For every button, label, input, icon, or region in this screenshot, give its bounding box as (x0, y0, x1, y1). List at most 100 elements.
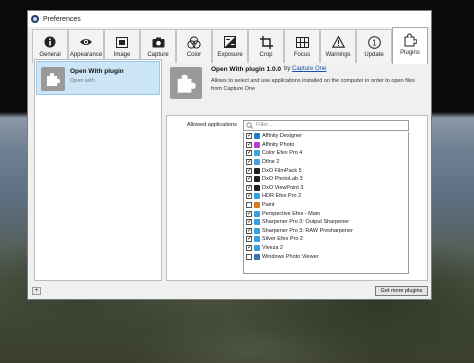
puzzle-icon (41, 67, 65, 91)
app-checkbox[interactable]: ✓ (246, 176, 252, 183)
puzzle-icon (170, 67, 202, 99)
exposure-icon (222, 34, 238, 50)
tab-image[interactable]: Image (104, 29, 140, 63)
app-name: DxO FilmPack 5 (262, 167, 302, 174)
application-row[interactable]: ✓ Sharpener Pro 3: RAW Presharpener (244, 227, 408, 236)
tab-label: Exposure (217, 52, 243, 58)
tab-general[interactable]: General (32, 29, 68, 63)
app-icon (254, 193, 260, 200)
app-icon (254, 219, 260, 226)
tab-label: Color (186, 52, 202, 58)
app-name: Affinity Designer (262, 133, 302, 140)
color-circles-icon (186, 34, 202, 50)
app-checkbox[interactable]: ✓ (246, 159, 252, 166)
app-name: DxO PhotoLab 3 (262, 176, 303, 183)
app-icon (254, 133, 260, 140)
app-name: Paint (262, 202, 275, 209)
app-checkbox[interactable]: ✓ (246, 141, 252, 148)
app-checkbox[interactable]: ✓ (246, 133, 252, 140)
app-checkbox[interactable]: ✓ (246, 150, 252, 157)
app-name: Color Efex Pro 4 (262, 150, 303, 157)
title-bar: Preferences (28, 11, 431, 27)
app-checkbox[interactable]: ✓ (246, 210, 252, 217)
plugin-list: Open With plugin Open with (34, 59, 162, 281)
plugin-settings-box: Allowed applications Filter... ✓ Affinity… (166, 115, 428, 281)
plugin-detail-title: Open With plugin 1.0.0 (211, 66, 281, 73)
app-icon (254, 227, 260, 234)
tab-update[interactable]: 1 Update (356, 29, 392, 63)
preferences-window: Preferences General Appearance Image Cap… (27, 10, 432, 300)
app-checkbox[interactable] (246, 253, 252, 260)
tab-label: General (39, 52, 61, 58)
tab-focus[interactable]: Focus (284, 29, 320, 63)
tab-label: Plugins (400, 50, 420, 56)
image-icon (114, 34, 130, 50)
application-row[interactable]: Paint (244, 201, 408, 210)
app-icon (254, 236, 260, 243)
get-more-plugins-button[interactable]: Get more plugins (375, 286, 428, 296)
app-name: DxO ViewPoint 3 (262, 184, 304, 191)
app-icon (254, 150, 260, 157)
update-icon: 1 (366, 34, 382, 50)
app-icon (254, 176, 260, 183)
application-row[interactable]: ✓ Dfine 2 (244, 158, 408, 167)
tab-color[interactable]: Color (176, 29, 212, 63)
app-name: Silver Efex Pro 2 (262, 236, 303, 243)
info-icon (42, 34, 58, 50)
application-row[interactable]: ✓ Viveza 2 (244, 244, 408, 253)
application-row[interactable]: ✓ DxO ViewPoint 3 (244, 184, 408, 193)
tab-appearance[interactable]: Appearance (68, 29, 104, 63)
filter-input[interactable]: Filter... (243, 120, 409, 131)
app-name: Sharpener Pro 3: Output Sharpener (262, 219, 350, 226)
plugin-list-item[interactable]: Open With plugin Open with (36, 61, 160, 95)
application-row[interactable]: ✓ Silver Efex Pro 2 (244, 235, 408, 244)
application-row[interactable]: ✓ HDR Efex Pro 2 (244, 192, 408, 201)
app-checkbox[interactable] (246, 202, 252, 209)
app-icon (254, 202, 260, 209)
app-name: Viveza 2 (262, 245, 283, 252)
app-checkbox[interactable]: ✓ (246, 184, 252, 191)
app-icon (254, 245, 260, 252)
puzzle-icon (402, 32, 418, 48)
app-checkbox[interactable]: ✓ (246, 227, 252, 234)
application-row[interactable]: ✓ Perspective Efex - Main (244, 209, 408, 218)
app-name: Windows Photo Viewer (262, 253, 319, 260)
application-row[interactable]: ✓ DxO FilmPack 5 (244, 166, 408, 175)
app-name: Perspective Efex - Main (262, 210, 321, 217)
tab-label: Image (113, 52, 131, 58)
application-row[interactable]: ✓ Affinity Designer (244, 132, 408, 141)
app-name: Sharpener Pro 3: RAW Presharpener (262, 227, 353, 234)
tab-warnings[interactable]: Warnings (320, 29, 356, 63)
application-row[interactable]: ✓ DxO PhotoLab 3 (244, 175, 408, 184)
app-checkbox[interactable]: ✓ (246, 236, 252, 243)
application-row[interactable]: ✓ Sharpener Pro 3: Output Sharpener (244, 218, 408, 227)
application-row[interactable]: Windows Photo Viewer (244, 252, 408, 261)
tab-capture[interactable]: Capture (140, 29, 176, 63)
tab-label: Update (364, 52, 384, 58)
plugin-name: Open With plugin (70, 68, 124, 75)
app-checkbox[interactable]: ✓ (246, 219, 252, 226)
app-icon (254, 167, 260, 174)
add-button[interactable]: + (32, 287, 41, 295)
filter-placeholder: Filter... (256, 122, 273, 128)
eye-icon (78, 34, 94, 50)
tab-crop[interactable]: Crop (248, 29, 284, 63)
tab-label: Capture (147, 52, 169, 58)
app-icon (254, 159, 260, 166)
app-icon (254, 184, 260, 191)
app-icon (31, 15, 39, 23)
application-row[interactable]: ✓ Affinity Photo (244, 141, 408, 150)
app-name: Dfine 2 (262, 159, 280, 166)
app-checkbox[interactable]: ✓ (246, 193, 252, 200)
window-title: Preferences (43, 15, 81, 23)
app-checkbox[interactable]: ✓ (246, 167, 252, 174)
svg-text:1: 1 (372, 38, 377, 47)
tab-label: Focus (293, 52, 311, 58)
author-link[interactable]: Capture One (292, 66, 326, 72)
application-row[interactable]: ✓ Color Efex Pro 4 (244, 149, 408, 158)
app-checkbox[interactable]: ✓ (246, 245, 252, 252)
camera-icon (150, 34, 166, 50)
allowed-applications-label: Allowed applications (187, 122, 237, 128)
app-name: HDR Efex Pro 2 (262, 193, 302, 200)
tab-exposure[interactable]: Exposure (212, 29, 248, 63)
